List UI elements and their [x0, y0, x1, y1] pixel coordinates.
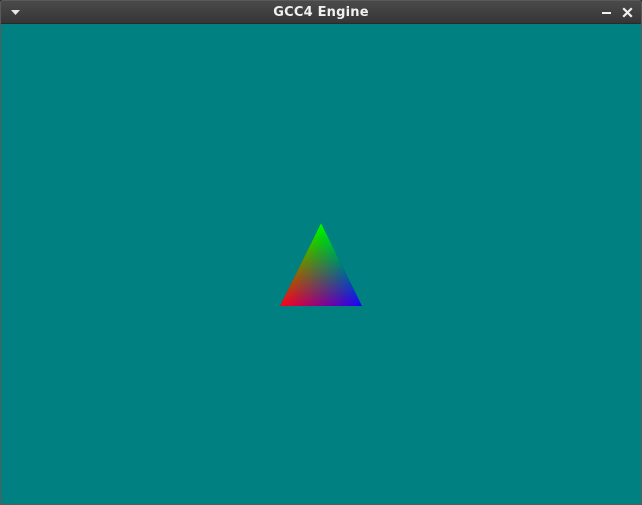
render-viewport[interactable] — [1, 24, 641, 504]
close-button[interactable] — [619, 4, 636, 21]
scene-canvas — [280, 223, 362, 306]
close-icon — [622, 7, 633, 18]
minimize-button[interactable] — [598, 4, 615, 21]
window-title: GCC4 Engine — [273, 5, 369, 20]
minimize-icon — [602, 12, 611, 14]
rgb-triangle — [280, 223, 362, 306]
title-bar[interactable]: GCC4 Engine — [1, 1, 641, 24]
app-window: GCC4 Engine — [0, 0, 642, 505]
